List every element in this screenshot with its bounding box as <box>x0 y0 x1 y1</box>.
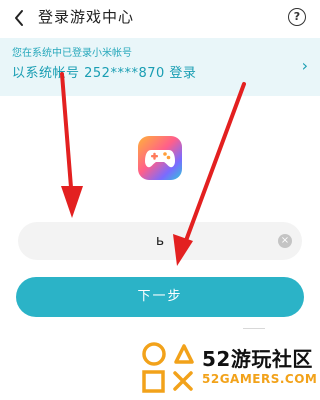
next-button[interactable]: 下一步 <box>16 277 304 317</box>
red-arrow-left-head <box>61 186 83 218</box>
banner-hint-text: 您在系统中已登录小米帐号 <box>12 48 132 59</box>
clear-icon[interactable]: × <box>278 234 292 248</box>
divider-line <box>243 328 265 329</box>
page-title: 登录游戏中心 <box>38 8 135 26</box>
account-input[interactable]: ь × <box>18 222 302 260</box>
watermark-title: 52游玩社区 <box>202 347 313 371</box>
header-bar: 登录游戏中心 ? <box>0 0 320 36</box>
help-icon[interactable]: ? <box>288 8 306 26</box>
game-center-icon <box>138 136 182 180</box>
system-account-login-text: 以系统帐号 252****870 登录 <box>12 66 197 81</box>
back-arrow-icon <box>15 10 23 26</box>
back-button[interactable] <box>8 6 32 30</box>
system-account-login-banner[interactable]: 您在系统中已登录小米帐号 以系统帐号 252****870 登录 › <box>0 38 320 96</box>
watermark-subtitle: 52GAMERS.COM <box>202 372 318 386</box>
chevron-right-icon: › <box>301 56 308 75</box>
watermark: 52游玩社区 52GAMERS.COM <box>140 340 320 400</box>
account-input-value: ь <box>155 233 165 249</box>
watermark-logo-icon <box>142 342 194 393</box>
